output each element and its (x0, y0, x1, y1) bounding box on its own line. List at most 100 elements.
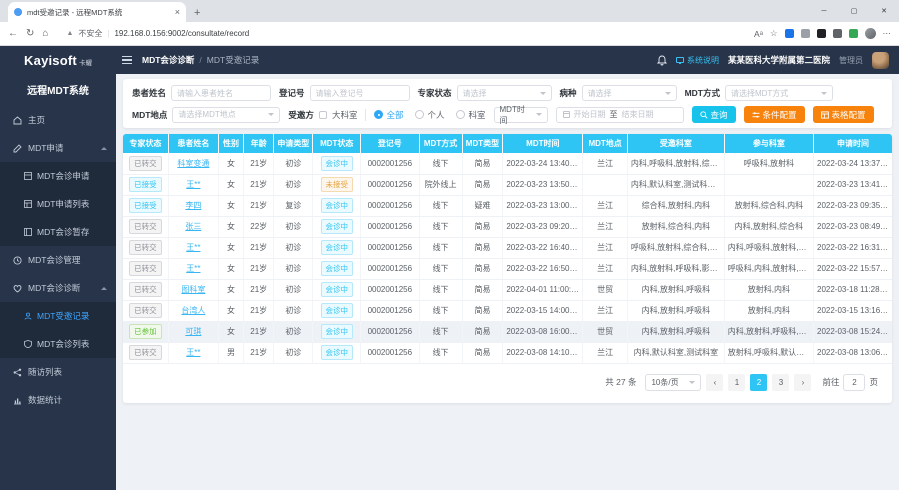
patient-name-link[interactable]: 张三 (185, 222, 201, 231)
reload-icon[interactable]: ↻ (26, 28, 34, 39)
cell-mdt-time: 2022-04-01 11:00:00 (503, 279, 583, 300)
maximize-button[interactable]: ▢ (839, 0, 869, 22)
cell-joined-depts: 内科,放射科,呼吸科,测试科室 (724, 321, 813, 342)
patient-name-link[interactable]: 王** (186, 180, 200, 189)
cell-expert-status: 已接受 (123, 174, 168, 195)
chevron-up-icon (101, 284, 107, 290)
breadcrumb-parent[interactable]: MDT会诊诊断 (142, 54, 194, 66)
next-page-button[interactable]: › (794, 374, 811, 391)
big-dept-label: 大科室 (332, 109, 358, 121)
extension-icon[interactable] (833, 29, 842, 38)
system-help-link[interactable]: 系统说明 (676, 55, 719, 66)
sidebar-item-mdt-apply-list[interactable]: MDT申请列表 (0, 190, 116, 218)
sidebar-item-statistics[interactable]: 数据统计 (0, 386, 116, 414)
prev-page-button[interactable]: ‹ (706, 374, 723, 391)
page-button-1[interactable]: 1 (728, 374, 745, 391)
extension-icon[interactable] (785, 29, 794, 38)
mdt-mode-select[interactable]: 请选择MDT方式 (725, 85, 833, 101)
cell-mdt-type: 简易 (462, 216, 503, 237)
mdt-status-tag: 会诊中 (321, 324, 354, 339)
radio-personal[interactable]: 个人 (415, 109, 444, 121)
cell-reg-no: 0002001256 (361, 237, 419, 258)
sidebar-item-mdt-consult-draft[interactable]: MDT会诊暂存 (0, 218, 116, 246)
favorite-star-icon[interactable]: ☆ (770, 28, 778, 39)
collapse-menu-icon[interactable] (122, 56, 132, 64)
radio-label: 全部 (386, 109, 403, 121)
patient-name-link[interactable]: 李四 (185, 201, 201, 210)
browser-tab[interactable]: mdt受邀记录 - 远程MDT系统 × (8, 2, 186, 22)
sidebar-item-mdt-manage[interactable]: MDT会诊管理 (0, 246, 116, 274)
user-avatar[interactable] (872, 52, 889, 69)
condition-config-button[interactable]: 条件配置 (744, 106, 805, 123)
table-body: 已转交 科室变通 女 21岁 初诊 会诊中 0002001256 线下 简易 2… (123, 153, 892, 363)
page-button-3[interactable]: 3 (772, 374, 789, 391)
patient-name-input[interactable] (171, 85, 271, 101)
col-joined-depts: 参与科室 (724, 134, 813, 153)
table-row: 已接受 李四 女 21岁 复诊 会诊中 0002001256 线下 疑难 202… (123, 195, 892, 216)
mdt-status-tag: 会诊中 (321, 240, 354, 255)
patient-name-link[interactable]: 台湾人 (181, 306, 205, 315)
cell-sex: 男 (218, 342, 243, 363)
extension-icon[interactable] (817, 29, 826, 38)
read-aloud-icon[interactable]: Aᵃ (754, 29, 763, 39)
cell-invited-depts: 内科,放射科,呼吸科 (627, 279, 724, 300)
patient-name-link[interactable]: 图科室 (181, 285, 205, 294)
patient-name-link[interactable]: 王** (186, 243, 200, 252)
page-size-select[interactable]: 10条/页 (645, 374, 701, 391)
share-icon (13, 368, 22, 377)
date-range-picker[interactable]: 开始日期 至 结束日期 (556, 107, 684, 123)
cell-mdt-type: 简易 (462, 321, 503, 342)
radio-icon (415, 110, 424, 119)
hospital-name: 某某医科大学附属第二医院 (728, 54, 830, 66)
patient-name-link[interactable]: 可琪 (185, 327, 201, 336)
sidebar-item-mdt-consult-list[interactable]: MDT会诊列表 (0, 330, 116, 358)
address-bar[interactable]: ▲ 不安全 | 192.168.0.156:9002/consultate/re… (56, 28, 746, 39)
mdt-place-select[interactable]: 请选择MDT地点 (172, 107, 280, 123)
cell-age: 21岁 (244, 258, 274, 279)
cell-apply-time: 2022-03-23 09:35:39 (814, 195, 893, 216)
sidebar-item-home[interactable]: 主页 (0, 106, 116, 134)
search-button[interactable]: 查询 (692, 106, 736, 123)
table-config-button[interactable]: 表格配置 (813, 106, 874, 123)
big-dept-checkbox[interactable] (319, 111, 327, 119)
patient-name-link[interactable]: 王** (186, 264, 200, 273)
cell-mdt-place: 世贸 (583, 279, 628, 300)
goto-page-input[interactable] (843, 374, 865, 391)
minimize-button[interactable]: ─ (809, 0, 839, 22)
window-controls: ─ ▢ ✕ (809, 0, 899, 22)
cell-patient-name: 张三 (168, 216, 218, 237)
more-menu-icon[interactable]: ⋯ (883, 28, 892, 39)
notification-bell-icon[interactable] (657, 55, 667, 66)
sidebar-group-mdt-apply[interactable]: MDT申请 (0, 134, 116, 162)
cell-age: 21岁 (244, 342, 274, 363)
time-type-select[interactable]: MDT时间 (494, 107, 548, 123)
back-icon[interactable]: ← (8, 28, 18, 39)
tab-close-icon[interactable]: × (175, 7, 180, 17)
browser-profile-avatar[interactable] (865, 28, 876, 39)
sidebar-item-followup-list[interactable]: 随访列表 (0, 358, 116, 386)
records-table-card: 专家状态 患者姓名 性别 年龄 申请类型 MDT状态 登记号 MDT方式 MDT… (123, 134, 892, 403)
cell-patient-name: 台湾人 (168, 300, 218, 321)
expert-status-select[interactable]: 请选择 (457, 85, 552, 101)
extension-icon[interactable] (801, 29, 810, 38)
patient-name-link[interactable]: 王** (186, 348, 200, 357)
date-separator: 至 (610, 109, 618, 120)
sidebar-item-label: MDT申请列表 (37, 198, 89, 210)
close-button[interactable]: ✕ (869, 0, 899, 22)
radio-all[interactable]: 全部 (374, 109, 403, 121)
disease-select[interactable]: 请选择 (582, 85, 677, 101)
sidebar-item-mdt-invited-records[interactable]: MDT受邀记录 (0, 302, 116, 330)
extension-icon[interactable] (849, 29, 858, 38)
patient-name-link[interactable]: 科室变通 (177, 159, 209, 168)
register-no-input[interactable] (310, 85, 410, 101)
cell-mdt-place: 兰江 (583, 237, 628, 258)
radio-dept[interactable]: 科室 (456, 109, 485, 121)
new-tab-button[interactable]: + (194, 7, 200, 22)
home-icon[interactable]: ⌂ (42, 28, 48, 39)
sidebar-item-mdt-consult-apply[interactable]: MDT会诊申请 (0, 162, 116, 190)
sidebar-group-mdt-diagnosis[interactable]: MDT会诊诊断 (0, 274, 116, 302)
page-button-2[interactable]: 2 (750, 374, 767, 391)
cell-joined-depts: 呼吸科,内科,放射科,影像科 (724, 258, 813, 279)
cell-invited-depts: 内科,呼吸科,放射科,综合科 (627, 153, 724, 174)
radio-selected-icon (374, 110, 383, 119)
